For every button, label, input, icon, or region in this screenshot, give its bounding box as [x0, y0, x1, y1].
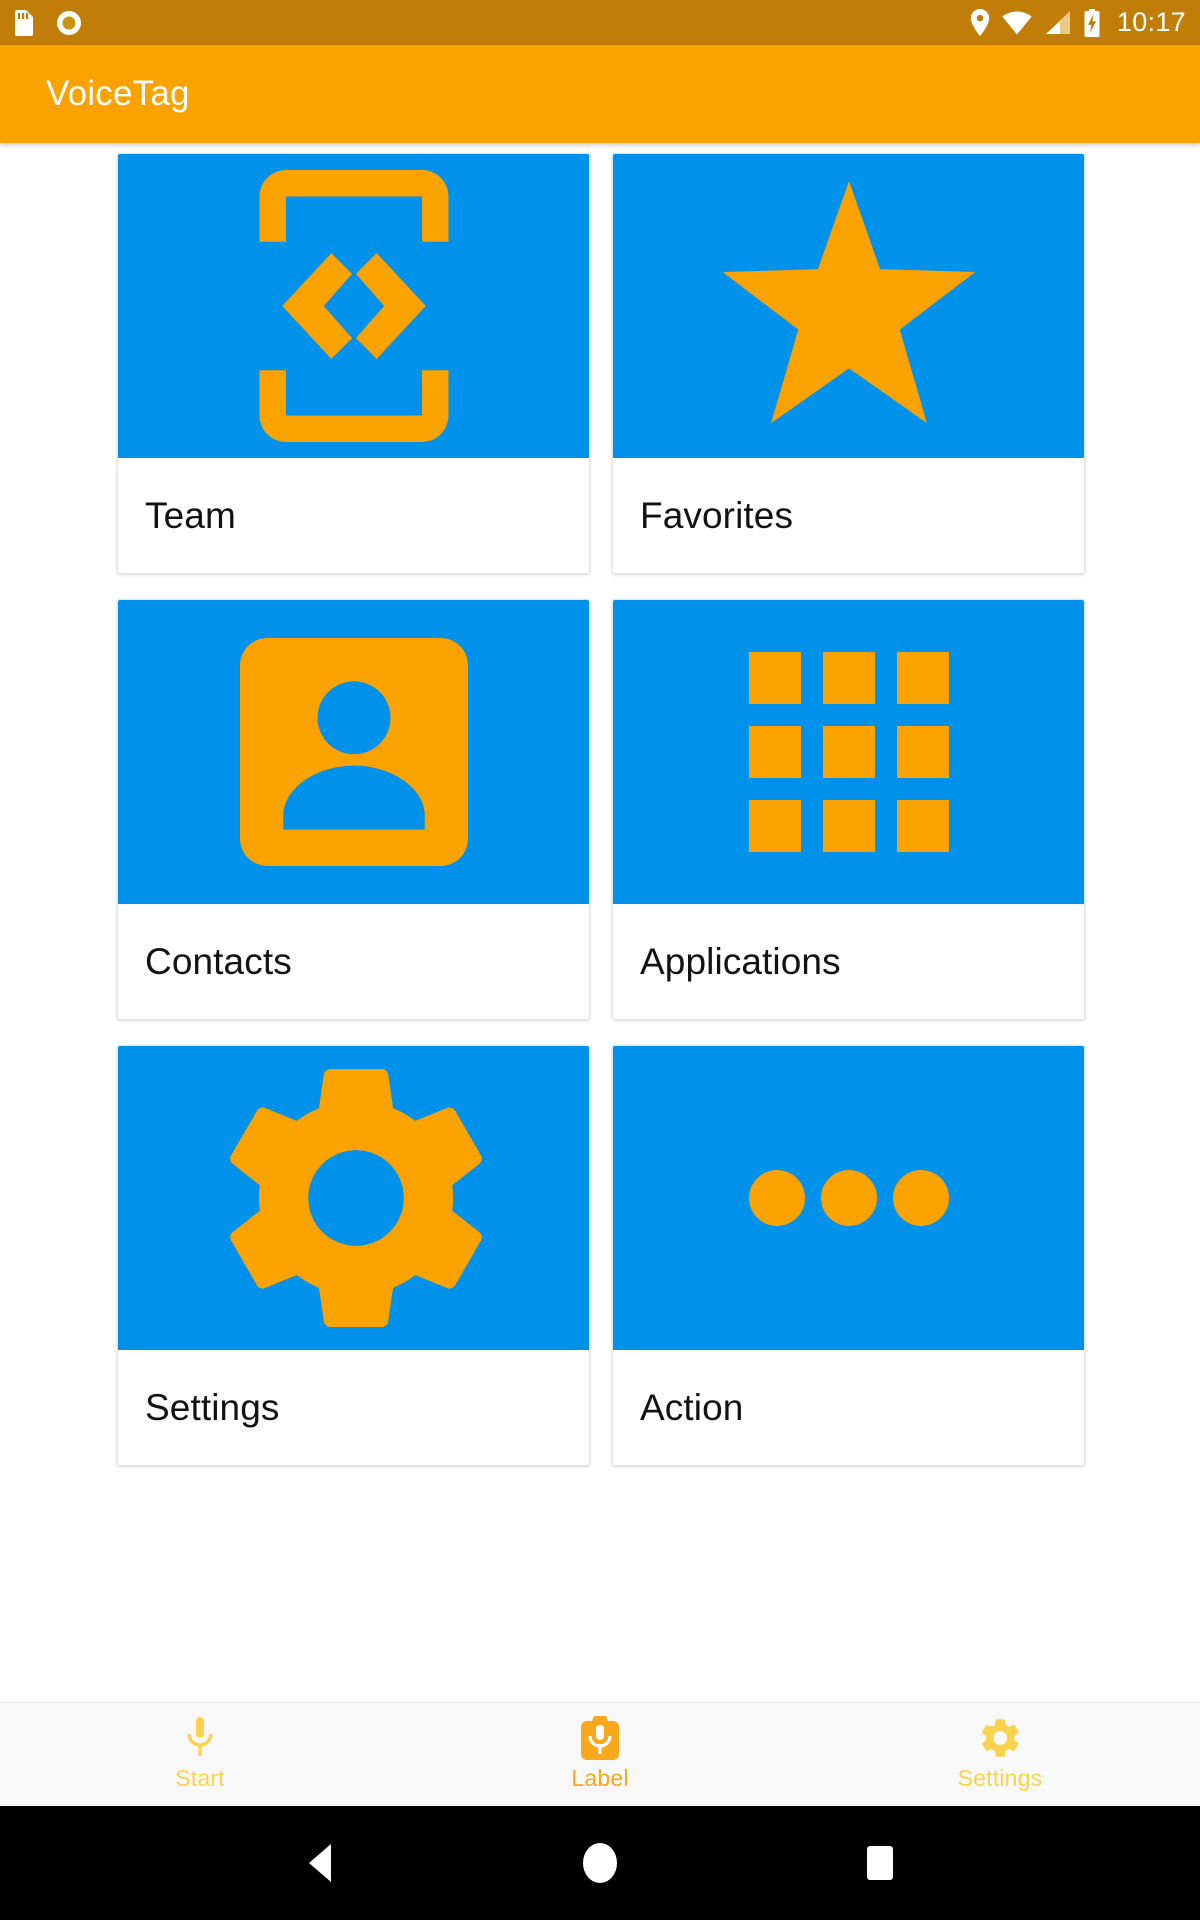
phone-screen: 10:17 VoiceTag Team Favorites Contacts A…: [0, 0, 1200, 1920]
card-action[interactable]: Action: [612, 1045, 1085, 1466]
card-image-action: [613, 1046, 1084, 1350]
battery-charging-icon: [1083, 8, 1101, 37]
sd-card-icon: [14, 9, 34, 36]
app-title: VoiceTag: [46, 74, 190, 113]
gear-icon: [209, 1056, 499, 1340]
card-contacts[interactable]: Contacts: [117, 599, 590, 1020]
circle-record-icon: [56, 10, 82, 36]
card-label-settings: Settings: [145, 1386, 280, 1428]
bottom-navigation: Start Label Settings: [0, 1702, 1200, 1806]
nav-label-settings: Settings: [957, 1765, 1043, 1791]
card-label-applications: Applications: [640, 940, 841, 982]
nav-item-label[interactable]: Label: [400, 1703, 800, 1806]
nav-label-label: Label: [571, 1765, 629, 1791]
wifi-icon: [1002, 10, 1032, 35]
card-image-team: [118, 154, 589, 458]
card-label-contacts: Contacts: [145, 940, 292, 982]
card-label-favorites: Favorites: [640, 494, 794, 536]
status-bar: 10:17: [0, 0, 1200, 45]
card-image-favorites: [613, 154, 1084, 458]
status-bar-left-icons: [14, 9, 82, 36]
tile-grid: Team Favorites Contacts Applications Set…: [0, 143, 1200, 1466]
triangle-back-icon: [309, 1844, 331, 1882]
gear-icon: [979, 1717, 1021, 1759]
status-bar-clock: 10:17: [1116, 7, 1186, 37]
card-applications[interactable]: Applications: [612, 599, 1085, 1020]
more-horiz-dots-icon: [748, 1170, 949, 1226]
nav-item-start[interactable]: Start: [0, 1703, 400, 1806]
developer-mode-brackets-icon: [259, 170, 449, 442]
microphone-badge-icon: [581, 1716, 619, 1760]
location-pin-icon: [970, 9, 990, 36]
card-image-contacts: [118, 600, 589, 904]
nav-item-settings[interactable]: Settings: [800, 1703, 1200, 1806]
recents-button[interactable]: [820, 1806, 940, 1920]
content-area: Team Favorites Contacts Applications Set…: [0, 143, 1200, 1702]
card-favorites[interactable]: Favorites: [612, 153, 1085, 574]
app-bar: VoiceTag: [0, 45, 1200, 143]
circle-home-icon: [583, 1843, 617, 1883]
nav-label-start: Start: [175, 1765, 225, 1791]
card-label-team: Team: [145, 494, 236, 536]
signal-cellular-icon: [1044, 10, 1071, 35]
account-box-icon: [239, 638, 468, 866]
back-button[interactable]: [260, 1806, 380, 1920]
square-recents-icon: [867, 1846, 893, 1880]
system-navigation-bar: [0, 1806, 1200, 1920]
home-button[interactable]: [540, 1806, 660, 1920]
status-bar-right-icons: 10:17: [970, 7, 1186, 38]
card-image-applications: [613, 600, 1084, 904]
card-image-settings: [118, 1046, 589, 1350]
card-label-action: Action: [640, 1386, 744, 1428]
card-team[interactable]: Team: [117, 153, 590, 574]
microphone-icon: [185, 1717, 215, 1759]
star-icon: [701, 181, 997, 431]
card-settings[interactable]: Settings: [117, 1045, 590, 1466]
apps-grid-icon: [748, 652, 949, 852]
